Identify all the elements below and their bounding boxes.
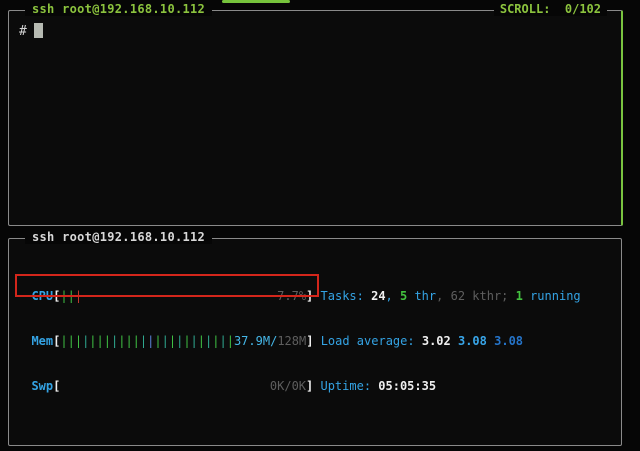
decorative-green-line bbox=[222, 0, 290, 3]
terminal-multiplexer-screen: ssh root@192.168.10.112 SCROLL: 0/102 # … bbox=[0, 0, 640, 451]
ssh-shell-pane[interactable]: ssh root@192.168.10.112 SCROLL: 0/102 # bbox=[8, 10, 623, 226]
text-cursor bbox=[34, 23, 43, 38]
swap-meter: Swp[ 0K/0K] Uptime: 05:05:35 bbox=[17, 379, 624, 394]
scroll-indicator: SCROLL: 0/102 bbox=[494, 2, 607, 16]
blank-line bbox=[17, 424, 624, 439]
shell-prompt-line[interactable]: # bbox=[19, 23, 43, 40]
mem-meter: Mem[||||||||||||||||||||||||37.9M/128M] … bbox=[17, 334, 624, 349]
prompt-symbol: # bbox=[19, 24, 27, 39]
pane-title: ssh root@192.168.10.112 bbox=[25, 2, 212, 16]
ssh-htop-pane[interactable]: ssh root@192.168.10.112 CPU[||| 7.7%] Ta… bbox=[8, 238, 622, 446]
mem-meter-highlight-box bbox=[15, 274, 319, 297]
pane-title: ssh root@192.168.10.112 bbox=[25, 230, 212, 244]
